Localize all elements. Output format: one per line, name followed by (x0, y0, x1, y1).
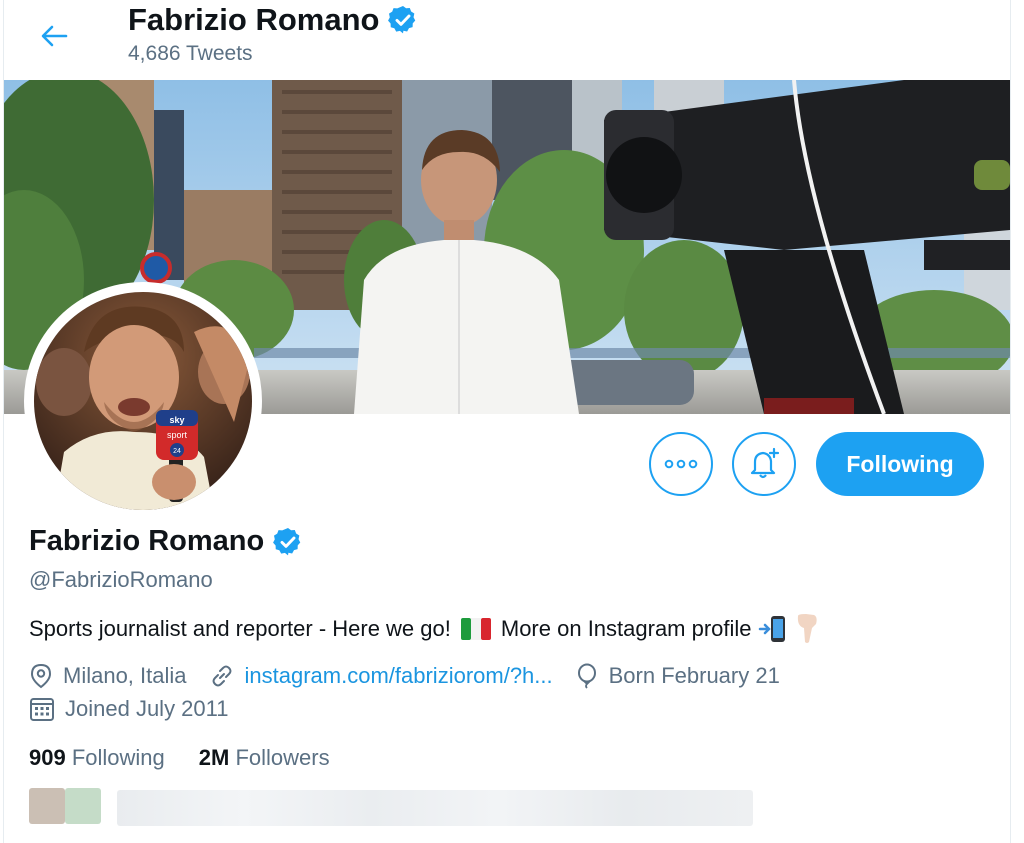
location-item: Milano, Italia (29, 663, 187, 689)
calendar-icon (30, 698, 54, 721)
followers-label: Followers (235, 745, 330, 770)
more-dots-icon (664, 459, 698, 469)
following-count: 909 (29, 745, 66, 770)
profile-handle: @FabrizioRomano (29, 567, 213, 592)
pointing-down-icon (797, 614, 817, 643)
bell-plus-icon (750, 447, 780, 479)
svg-text:24: 24 (173, 448, 181, 455)
profile-avatar[interactable]: sky sport 24 (24, 282, 262, 520)
following-button[interactable]: Following (816, 432, 984, 496)
birthday-text: Born February 21 (608, 663, 780, 688)
profile-meta-row-2: Joined July 2011 (29, 696, 251, 722)
follow-stats: 909 Following 2M Followers (29, 745, 330, 771)
location-text: Milano, Italia (63, 663, 187, 688)
tweet-count: 4,686 Tweets (128, 42, 253, 65)
verified-badge-icon (388, 6, 416, 34)
follower-avatar (65, 788, 101, 824)
profile-bio: Sports journalist and reporter - Here we… (29, 614, 820, 644)
following-stat[interactable]: 909 Following (29, 745, 165, 771)
balloon-icon (577, 663, 596, 689)
website-item: instagram.com/fabriziorom/?h... (209, 663, 553, 689)
profile-page: Fabrizio Romano 4,686 Tweets sky sport 2… (3, 0, 1011, 843)
header-title: Fabrizio Romano (128, 2, 419, 38)
header-name: Fabrizio Romano (128, 2, 380, 37)
svg-text:sky: sky (169, 415, 184, 425)
profile-name: Fabrizio Romano (29, 525, 265, 557)
follower-avatar (29, 788, 65, 824)
location-pin-icon (30, 663, 52, 689)
italy-flag-icon (460, 618, 491, 640)
website-link[interactable]: instagram.com/fabriziorom/?h... (245, 663, 553, 689)
bio-text-1: Sports journalist and reporter - Here we… (29, 616, 451, 641)
profile-name-row: Fabrizio Romano (29, 525, 304, 558)
mobile-phone-arrow-icon (758, 616, 785, 642)
svg-text:sport: sport (167, 430, 188, 440)
blurred-text (117, 790, 753, 826)
joined-text: Joined July 2011 (65, 696, 229, 721)
followers-count: 2M (198, 745, 230, 770)
notifications-button[interactable] (732, 432, 796, 496)
more-button[interactable] (649, 432, 713, 496)
followers-stat[interactable]: 2M Followers (199, 745, 330, 771)
joined-item: Joined July 2011 (29, 696, 229, 722)
verified-badge-icon (273, 527, 301, 555)
top-bar: Fabrizio Romano 4,686 Tweets (4, 0, 1010, 78)
profile-meta-row: Milano, Italia instagram.com/fabriziorom… (29, 663, 802, 689)
bio-text-2: More on Instagram profile (500, 616, 752, 641)
birthday-item: Born February 21 (575, 663, 780, 689)
avatar-photo: sky sport 24 (34, 292, 252, 510)
arrow-left-icon (41, 25, 68, 47)
following-label: Following (71, 745, 165, 770)
back-button[interactable] (32, 14, 76, 58)
link-icon (212, 665, 232, 687)
